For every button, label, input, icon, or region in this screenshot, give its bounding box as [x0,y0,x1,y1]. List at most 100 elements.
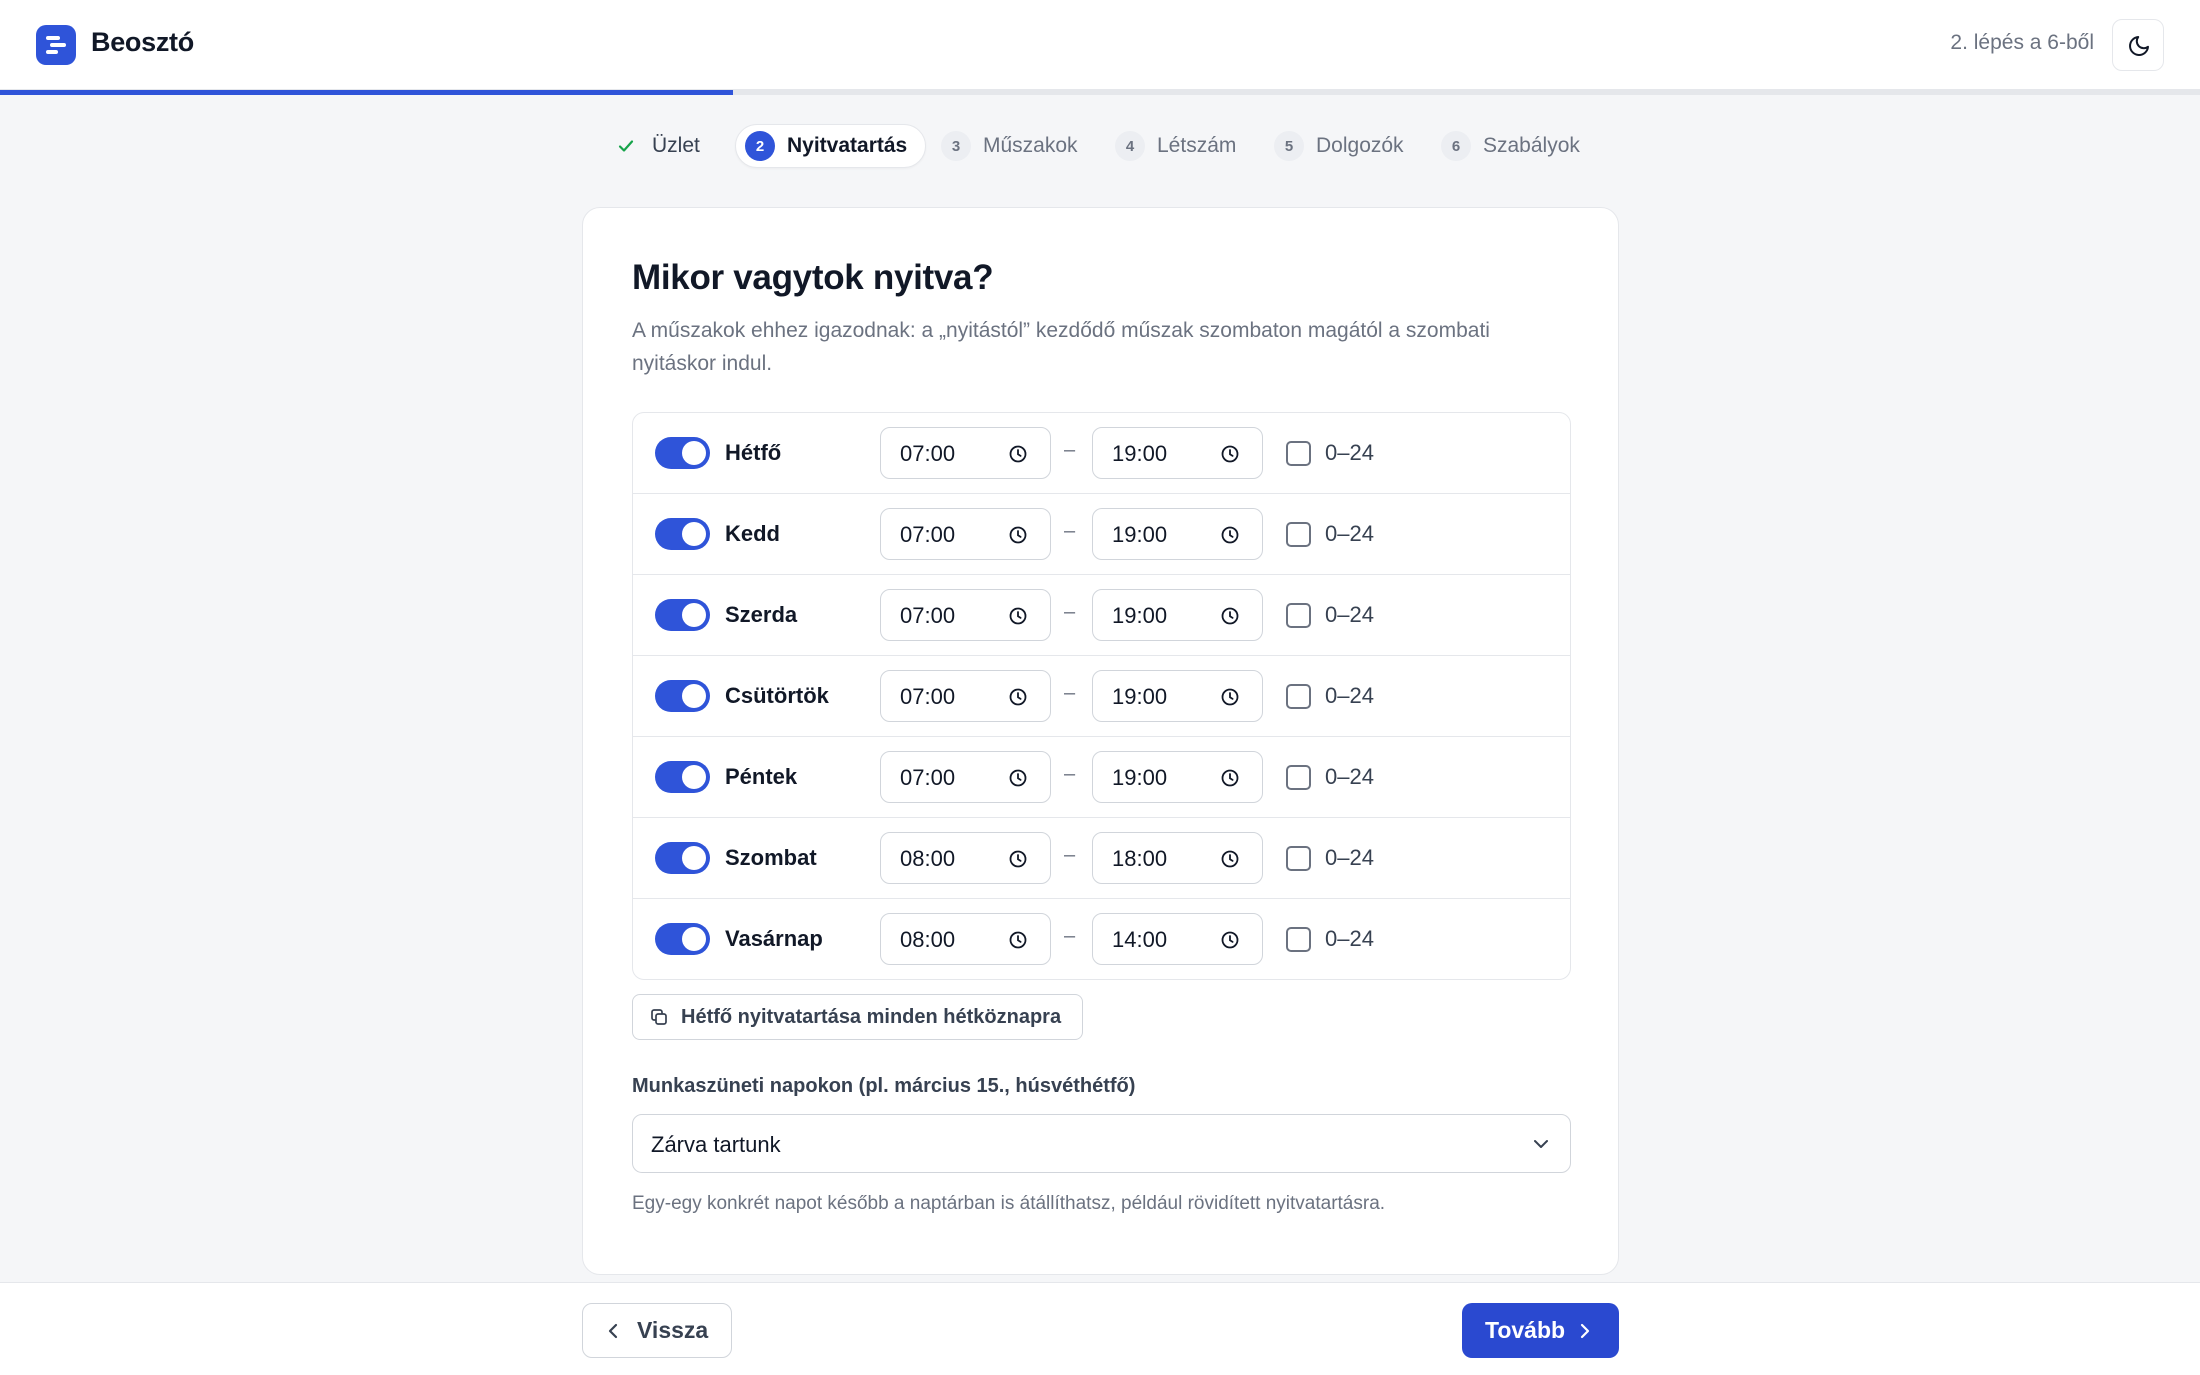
toggle-knob [682,765,706,789]
allday-checkbox[interactable] [1286,846,1311,871]
day-open-toggle[interactable] [655,437,710,469]
clock-icon[interactable] [1220,525,1240,550]
chevron-down-icon [1534,1140,1548,1148]
day-open-toggle[interactable] [655,761,710,793]
toggle-knob [682,441,706,465]
day-row: Vasárnap 08:00 – 14:00 0–24 [633,899,1570,979]
clock-icon[interactable] [1220,930,1240,955]
opening-time-value: 08:00 [900,927,956,952]
closing-time-value: 19:00 [1112,603,1168,628]
step-muszakok[interactable]: 3 Műszakok [941,124,1078,168]
allday-checkbox[interactable] [1286,522,1311,547]
time-range-separator: – [1064,601,1076,623]
opening-time-input[interactable]: 07:00 [880,508,1051,560]
closing-time-input[interactable]: 19:00 [1092,427,1263,479]
wizard-progress-bar [0,90,2200,95]
copy-monday-hours-button[interactable]: Hétfő nyitvatartása minden hétköznapra [632,994,1083,1040]
opening-time-input[interactable]: 08:00 [880,832,1051,884]
toggle-knob [682,603,706,627]
chevron-left-icon [608,1323,618,1338]
day-name: Kedd [725,521,780,546]
closing-time-input[interactable]: 19:00 [1092,508,1263,560]
step-number: 2 [745,131,775,161]
allday-label: 0–24 [1325,521,1374,546]
closing-time-input[interactable]: 19:00 [1092,670,1263,722]
chevron-right-icon [1580,1323,1590,1338]
clock-icon[interactable] [1220,849,1240,874]
day-open-toggle[interactable] [655,842,710,874]
holiday-help-text: Egy-egy konkrét napot később a naptárban… [632,1193,1386,1214]
allday-label: 0–24 [1325,440,1374,465]
step-uzlet[interactable]: Üzlet [616,124,700,168]
step-letszam[interactable]: 4 Létszám [1115,124,1236,168]
day-row: Péntek 07:00 – 19:00 0–24 [633,737,1570,818]
closing-time-input[interactable]: 18:00 [1092,832,1263,884]
opening-time-input[interactable]: 07:00 [880,427,1051,479]
weekday-hours-list: Hétfő 07:00–19:00 0–24 Kedd 07:00–19:00 0–24 S… [632,412,1571,980]
clock-icon[interactable] [1220,444,1240,469]
step-nyitvatartas[interactable]: 2 Nyitvatartás [735,124,927,168]
clock-icon[interactable] [1008,849,1028,874]
allday-label: 0–24 [1325,764,1374,789]
allday-label: 0–24 [1325,602,1374,627]
next-button[interactable]: Tovább [1462,1303,1619,1358]
day-open-toggle[interactable] [655,923,710,955]
closing-time-input[interactable]: 19:00 [1092,751,1263,803]
step-number: 3 [941,131,971,161]
opening-time-input[interactable]: 08:00 [880,913,1051,965]
toggle-knob [682,846,706,870]
holiday-select-value: Zárva tartunk [651,1132,781,1157]
clock-icon[interactable] [1008,768,1028,793]
allday-checkbox[interactable] [1286,684,1311,709]
opening-time-input[interactable]: 07:00 [880,670,1051,722]
step-label: Nyitvatartás [787,134,908,157]
step-szabalyok[interactable]: 6 Szabályok [1441,124,1580,168]
day-row: Kedd 07:00 – 19:00 0–24 [633,494,1570,575]
allday-label: 0–24 [1325,845,1374,870]
clock-icon[interactable] [1220,606,1240,631]
allday-checkbox[interactable] [1286,765,1311,790]
closing-time-value: 19:00 [1112,441,1168,466]
back-button[interactable]: Vissza [582,1303,732,1358]
clock-icon[interactable] [1008,687,1028,712]
copy-button-label: Hétfő nyitvatartása minden hétköznapra [681,1005,1062,1028]
clock-icon[interactable] [1008,930,1028,955]
brand-name: Beosztó [91,27,194,57]
clock-icon[interactable] [1008,606,1028,631]
clock-icon[interactable] [1008,525,1028,550]
day-row: Szombat 08:00 – 18:00 0–24 [633,818,1570,899]
clock-icon[interactable] [1220,687,1240,712]
page-description: A műszakok ehhez igazodnak: a „nyitástól… [632,319,1490,375]
clock-icon[interactable] [1220,768,1240,793]
opening-time-input[interactable]: 07:00 [880,751,1051,803]
closing-time-input[interactable]: 19:00 [1092,589,1263,641]
wizard-stepper: Üzlet 2 Nyitvatartás 3 Műszakok 4 Létszá… [0,124,2200,168]
allday-checkbox[interactable] [1286,603,1311,628]
opening-time-input[interactable]: 07:00 [880,589,1051,641]
day-name: Szerda [725,602,798,627]
step-label: Létszám [1157,134,1237,157]
theme-toggle-button[interactable] [2112,19,2164,71]
clock-icon[interactable] [1008,444,1028,469]
opening-time-value: 07:00 [900,603,956,628]
day-name: Vasárnap [725,926,823,951]
day-name: Szombat [725,845,817,870]
day-name: Hétfő [725,440,782,465]
allday-checkbox[interactable] [1286,927,1311,952]
day-open-toggle[interactable] [655,518,710,550]
day-open-toggle[interactable] [655,680,710,712]
day-open-toggle[interactable] [655,599,710,631]
logo-icon [36,25,76,65]
step-counter: 2. lépés a 6-ből [1950,31,2094,54]
closing-time-value: 19:00 [1112,765,1168,790]
app-header: Beosztó 2. lépés a 6-ből [0,0,2200,90]
wizard-footer: Vissza Tovább [0,1282,2200,1375]
allday-checkbox[interactable] [1286,441,1311,466]
closing-time-input[interactable]: 14:00 [1092,913,1263,965]
step-number: 4 [1115,131,1145,161]
opening-time-value: 07:00 [900,684,956,709]
day-name: Péntek [725,764,798,789]
day-row: Hétfő 07:00 – 19:00 0–24 [633,413,1570,494]
step-dolgozok[interactable]: 5 Dolgozók [1274,124,1404,168]
holiday-select[interactable]: Zárva tartunk [632,1114,1571,1173]
